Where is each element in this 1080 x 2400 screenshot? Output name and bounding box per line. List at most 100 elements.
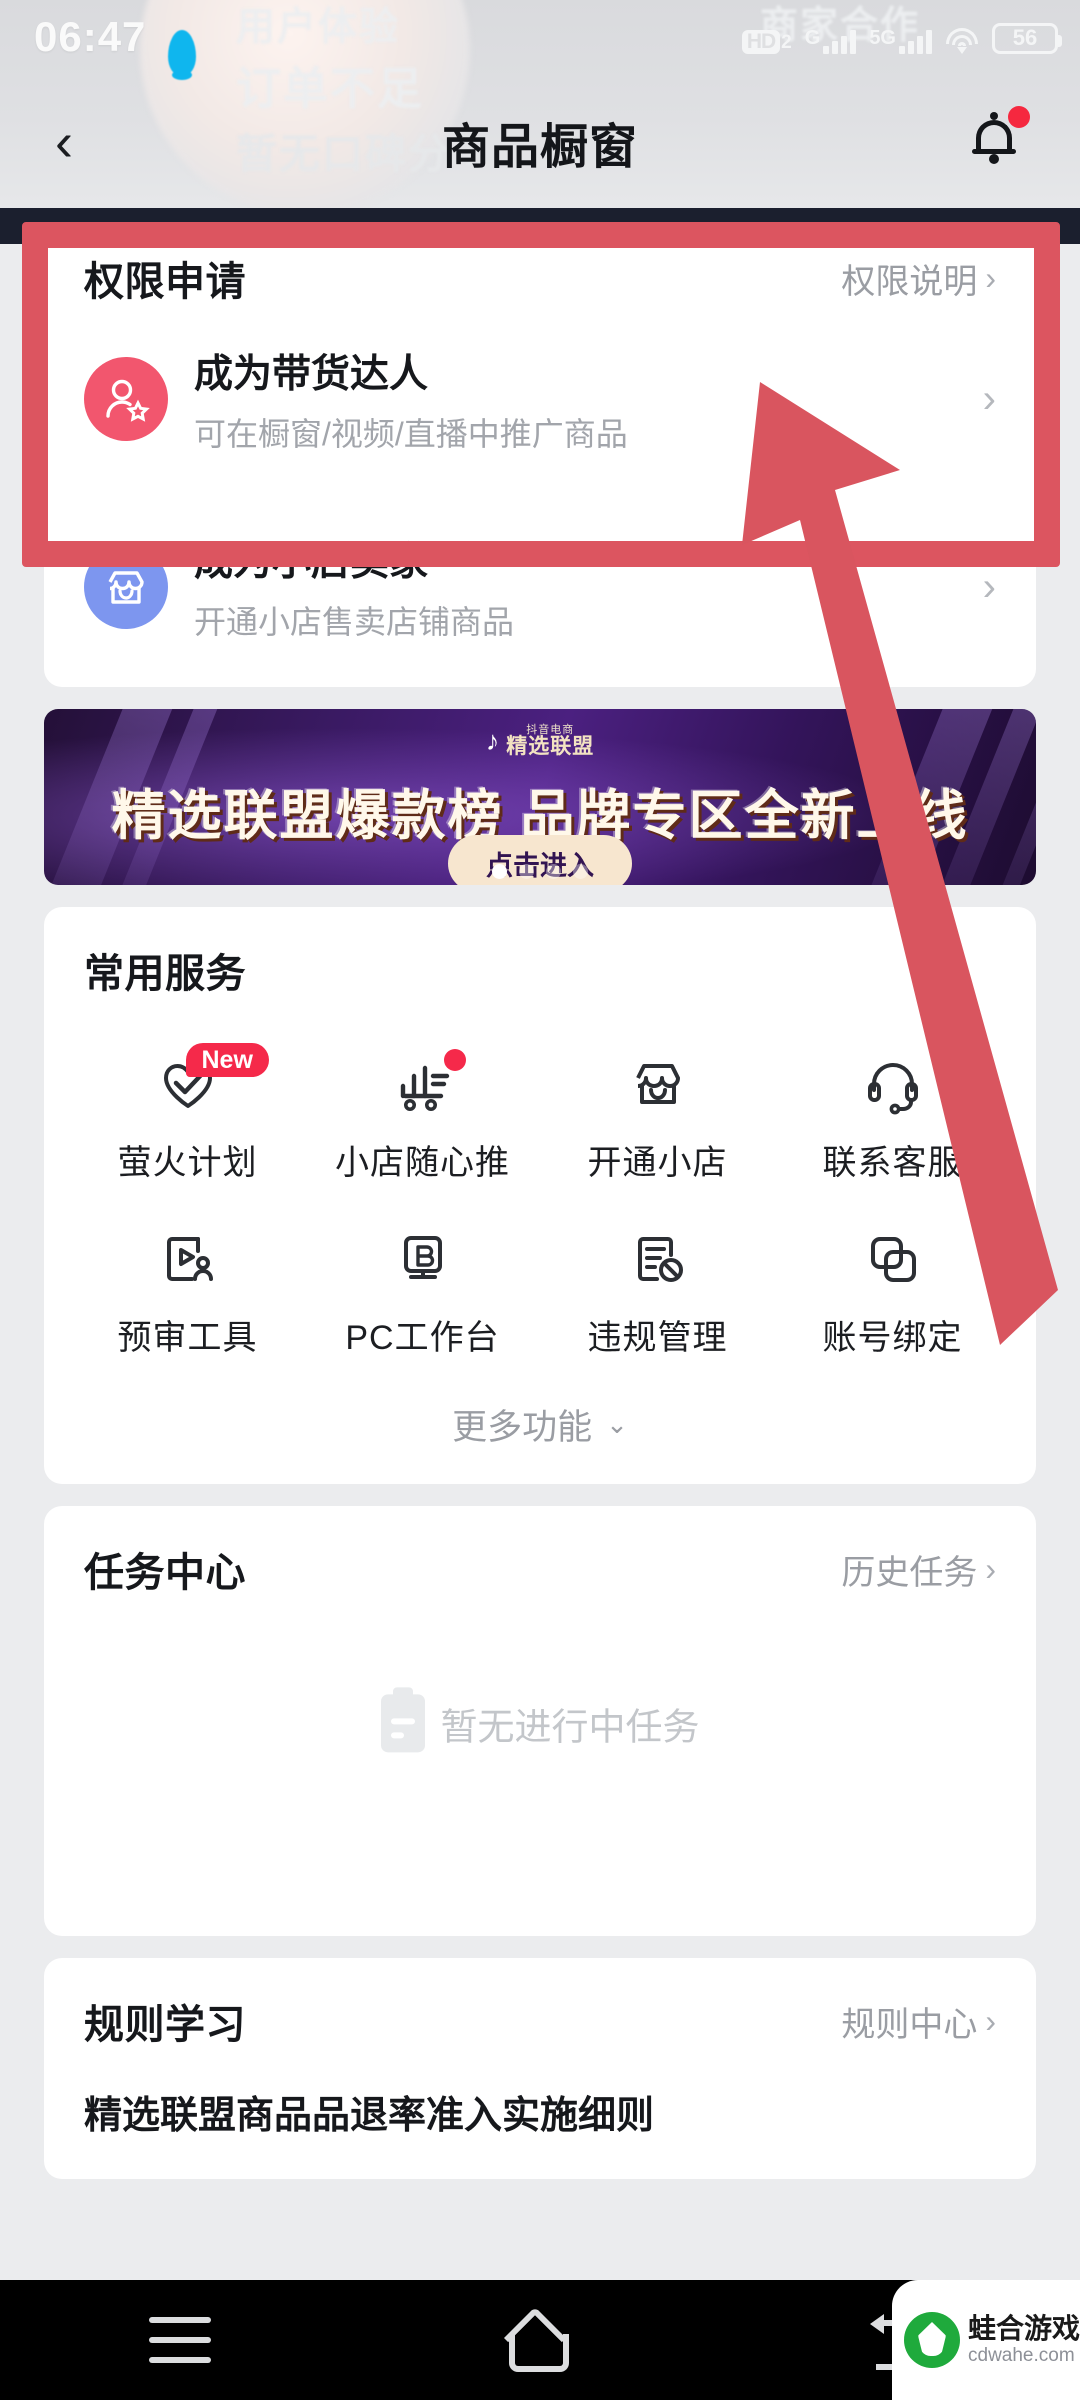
become-talent-subtitle: 可在橱窗/视频/直播中推广商品	[194, 416, 628, 452]
service-item-prereview-tool[interactable]: 预审工具	[70, 1204, 305, 1373]
battery-icon: 56	[992, 22, 1062, 54]
app-header: ‹ 商品橱窗	[0, 68, 1080, 215]
signal-5g-bars	[899, 27, 932, 54]
signal-5g-icon: 5G	[869, 27, 932, 54]
shop-store-icon	[84, 545, 168, 629]
signal-g-bars	[823, 27, 857, 54]
become-talent-title: 成为带货达人	[194, 353, 429, 396]
phone-screen: 用户体验 订单不足 暂无口碑分 › 商家合作 06:47 HD 2 G 5G 5…	[0, 0, 1080, 2400]
service-item-suixintui[interactable]: 小店随心推	[305, 1029, 540, 1198]
watermark-logo-icon	[904, 2312, 960, 2368]
recents-button[interactable]	[105, 2280, 255, 2400]
task-center-card: 任务中心 历史任务 › 暂无进行中任务	[44, 1506, 1036, 1936]
new-badge: New	[185, 1043, 269, 1078]
home-button[interactable]	[465, 2280, 615, 2400]
services-title: 常用服务	[84, 952, 246, 996]
talent-avatar-icon	[84, 357, 168, 441]
store-icon	[621, 1047, 695, 1121]
become-seller-title: 成为小店卖家	[194, 541, 429, 584]
history-tasks-label: 历史任务	[841, 1553, 978, 1592]
service-item-account-binding[interactable]: 账号绑定	[775, 1204, 1010, 1373]
hd-label: HD	[741, 29, 781, 54]
status-icons: HD 2 G 5G 56	[741, 22, 1062, 54]
more-functions-button[interactable]: 更多功能 ⌄	[44, 1373, 1036, 1484]
hd-voice-icon: HD 2	[741, 29, 792, 54]
chevron-down-icon: ⌄	[606, 1409, 628, 1439]
status-bar: 06:47 HD 2 G 5G 56	[0, 0, 1080, 68]
wifi-icon	[945, 27, 979, 54]
service-item-contact-support[interactable]: 联系客服	[775, 1029, 1010, 1198]
chevron-right-icon: ›	[985, 2002, 996, 2039]
permission-card-header: 权限申请 权限说明 ›	[44, 215, 1036, 323]
notification-badge-dot	[1008, 105, 1030, 128]
service-item-pc-workbench[interactable]: PC工作台	[305, 1204, 540, 1373]
task-center-title: 任务中心	[84, 1551, 246, 1595]
music-note-icon: ♪	[485, 725, 500, 756]
rules-center-link[interactable]: 规则中心 ›	[841, 1997, 996, 2046]
chevron-right-icon: ›	[985, 259, 996, 296]
become-talent-row[interactable]: 成为带货达人 可在橱窗/视频/直播中推广商品 ›	[44, 323, 1036, 495]
status-clock: 06:47	[34, 13, 147, 60]
history-tasks-link[interactable]: 历史任务 ›	[841, 1545, 996, 1594]
service-item-violation-mgmt[interactable]: 违规管理	[540, 1204, 775, 1373]
violation-doc-icon	[621, 1222, 695, 1296]
video-review-icon	[151, 1222, 225, 1296]
banner-logo: ♪ 抖音电商 精选联盟	[44, 725, 1036, 758]
watermark-url: cdwahe.com	[968, 2345, 1075, 2367]
permission-card-title: 权限申请	[84, 260, 246, 304]
chevron-right-icon: ›	[982, 376, 996, 421]
service-label: 小店随心推	[335, 1144, 510, 1182]
headset-icon	[856, 1047, 930, 1121]
become-seller-subtitle: 开通小店售卖店铺商品	[194, 604, 515, 640]
more-functions-label: 更多功能	[452, 1408, 593, 1447]
site-watermark: 蛙合游戏 cdwahe.com	[892, 2280, 1080, 2400]
battery-level: 56	[1012, 25, 1038, 50]
banner-carousel-dots[interactable]	[492, 864, 588, 879]
rules-center-label: 规则中心	[841, 2005, 978, 2044]
services-grid: New 萤火计划 小店随心推 开通小店 联系客服 预审工具 PC工作台 违规管理…	[44, 1015, 1036, 1373]
task-empty-text: 暂无进行中任务	[440, 1706, 700, 1748]
signal-g-icon: G	[805, 27, 857, 54]
common-services-card: 常用服务 New 萤火计划 小店随心推 开通小店 联系客服 预审工具 PC工作台…	[44, 907, 1036, 1484]
promo-banner[interactable]: ♪ 抖音电商 精选联盟 精选联盟爆款榜 品牌专区全新上线 点击进入	[44, 709, 1036, 885]
watermark-name: 蛙合游戏	[968, 2312, 1080, 2344]
notification-button[interactable]	[962, 105, 1030, 178]
task-center-header: 任务中心 历史任务 ›	[44, 1506, 1036, 1614]
rules-header: 规则学习 规则中心 ›	[44, 1958, 1036, 2066]
page-title: 商品橱窗	[441, 120, 638, 174]
home-icon	[509, 2312, 571, 2372]
rules-learning-card: 规则学习 规则中心 › 精选联盟商品品退率准入实施细则	[44, 1958, 1036, 2179]
services-header: 常用服务	[44, 907, 1036, 1015]
service-item-open-store[interactable]: 开通小店	[540, 1029, 775, 1198]
service-item-yinghuo[interactable]: New 萤火计划	[70, 1029, 305, 1198]
red-dot-badge	[443, 1049, 466, 1071]
rule-list-item[interactable]: 精选联盟商品品退率准入实施细则	[44, 2066, 1036, 2179]
chevron-right-icon: ›	[982, 564, 996, 609]
service-label: 萤火计划	[117, 1144, 258, 1182]
banner-logo-main: 精选联盟	[506, 735, 595, 758]
link-bind-icon	[856, 1222, 930, 1296]
signal-5g-label: 5G	[869, 26, 896, 49]
recents-icon	[149, 2317, 211, 2363]
chevron-right-icon: ›	[985, 1550, 996, 1587]
heart-check-icon: New	[151, 1043, 269, 1121]
permission-explain-link[interactable]: 权限说明 ›	[841, 254, 996, 303]
chart-cart-icon	[386, 1047, 466, 1121]
service-label: 开通小店	[587, 1144, 728, 1182]
become-seller-texts: 成为小店卖家 开通小店售卖店铺商品	[194, 531, 514, 643]
rules-title: 规则学习	[84, 2003, 246, 2047]
permission-application-card: 权限申请 权限说明 › 成为带货达人 可在橱窗/视频/直播中推广商品 › 成为小…	[44, 215, 1036, 687]
pc-workbench-icon	[386, 1222, 460, 1296]
service-label: 违规管理	[587, 1319, 728, 1357]
signal-g-label: G	[804, 26, 821, 49]
permission-explain-label: 权限说明	[841, 262, 978, 301]
service-label: 账号绑定	[822, 1319, 963, 1357]
scroll-content[interactable]: 权限申请 权限说明 › 成为带货达人 可在橱窗/视频/直播中推广商品 › 成为小…	[0, 215, 1080, 2280]
service-label: PC工作台	[345, 1319, 500, 1357]
hd-sub-label: 2	[781, 31, 792, 53]
become-talent-texts: 成为带货达人 可在橱窗/视频/直播中推广商品	[194, 343, 628, 455]
service-label: 预审工具	[117, 1319, 258, 1357]
become-seller-row[interactable]: 成为小店卖家 开通小店售卖店铺商品 ›	[44, 495, 1036, 687]
clipboard-icon	[380, 1687, 425, 1753]
task-empty-state: 暂无进行中任务	[44, 1687, 1036, 1753]
